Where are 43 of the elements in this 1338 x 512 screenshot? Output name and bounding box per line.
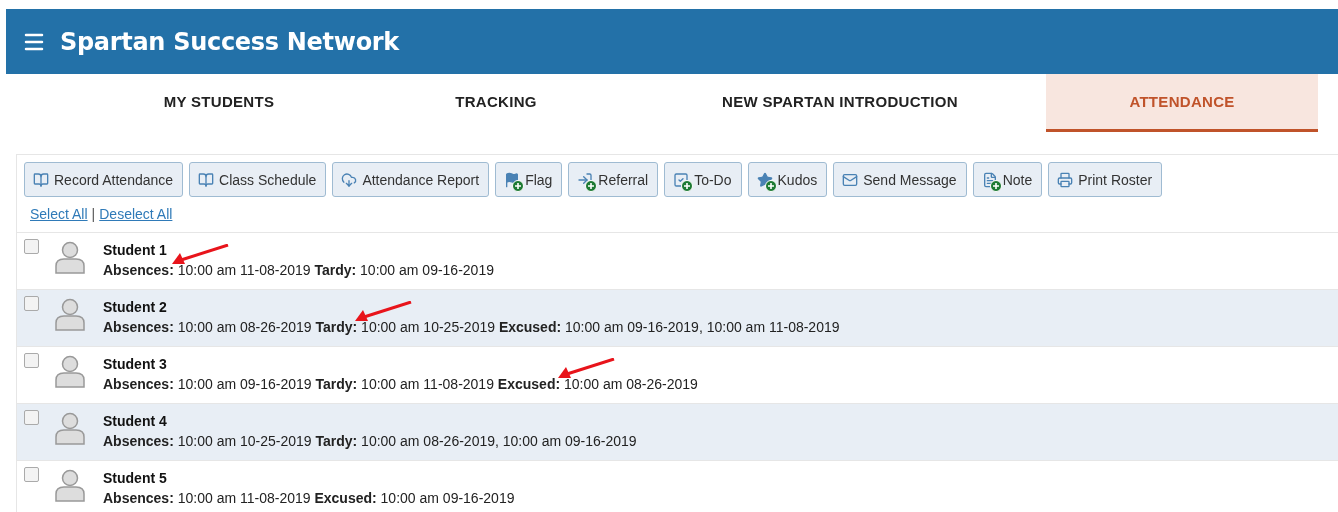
avatar-icon bbox=[54, 241, 86, 275]
toolbar-button[interactable]: Referral bbox=[568, 162, 659, 197]
student-name: Student 3 bbox=[103, 356, 168, 372]
toolbar-button[interactable]: Class Schedule bbox=[189, 162, 327, 197]
toolbar-button[interactable]: Note bbox=[972, 162, 1043, 197]
attendance-details: Absences: 10:00 am 11-08-2019 Excused: 10:00 am 09-16-2019 bbox=[103, 490, 515, 506]
avatar-icon bbox=[54, 412, 86, 446]
checkbox[interactable] bbox=[24, 467, 39, 482]
attendance-details: Absences: 10:00 am 10-25-2019 Tardy: 10:00 am 08-26-2019, 10:00 am 09-16-2019 bbox=[103, 433, 637, 449]
checkbox[interactable] bbox=[24, 296, 39, 311]
student-name: Student 4 bbox=[103, 413, 168, 429]
book-icon bbox=[198, 171, 215, 188]
avatar-icon bbox=[54, 469, 86, 503]
selection-link[interactable]: Select All bbox=[30, 206, 88, 222]
student-name: Student 1 bbox=[103, 242, 168, 258]
nav-tab[interactable]: TRACKING bbox=[358, 74, 634, 132]
nav-tab[interactable]: ATTENDANCE bbox=[1046, 74, 1318, 132]
toolbar-button[interactable]: Record Attendance bbox=[24, 162, 184, 197]
toolbar-button[interactable]: Send Message bbox=[833, 162, 967, 197]
cloud-download-icon bbox=[341, 171, 358, 188]
book-icon bbox=[33, 171, 49, 188]
toolbar-button[interactable]: Attendance Report bbox=[332, 162, 490, 197]
checkbox[interactable] bbox=[24, 353, 39, 368]
nav-tab[interactable]: MY STUDENTS bbox=[80, 74, 358, 132]
toolbar-button[interactable]: Flag bbox=[495, 162, 563, 197]
app-title: Spartan Success Network bbox=[60, 27, 400, 56]
envelope-icon bbox=[842, 171, 859, 188]
attendance-details: Absences: 10:00 am 09-16-2019 Tardy: 10:00 am 11-08-2019 Excused: 10:00 am 08-26-2019 bbox=[103, 376, 698, 392]
checkbox[interactable] bbox=[24, 239, 39, 254]
nav-tab[interactable]: NEW SPARTAN INTRODUCTION bbox=[634, 74, 1046, 132]
avatar-icon bbox=[54, 355, 86, 389]
selection-link[interactable]: Deselect All bbox=[99, 206, 173, 222]
avatar-icon bbox=[54, 298, 86, 332]
student-name: Student 2 bbox=[103, 299, 168, 315]
toolbar-button[interactable]: Kudos bbox=[747, 162, 828, 197]
toolbar-button[interactable]: To-Do bbox=[664, 162, 742, 197]
toolbar-button[interactable]: Print Roster bbox=[1048, 162, 1163, 197]
checkbox[interactable] bbox=[24, 410, 39, 425]
link-separator: | bbox=[91, 206, 96, 222]
printer-icon bbox=[1057, 171, 1074, 188]
attendance-details: Absences: 10:00 am 08-26-2019 Tardy: 10:00 am 10-25-2019 Excused: 10:00 am 09-16-2019, 10:00 am 11-08-2019 bbox=[103, 319, 840, 335]
student-name: Student 5 bbox=[103, 470, 168, 486]
attendance-details: Absences: 10:00 am 11-08-2019 Tardy: 10:00 am 09-16-2019 bbox=[103, 262, 494, 278]
